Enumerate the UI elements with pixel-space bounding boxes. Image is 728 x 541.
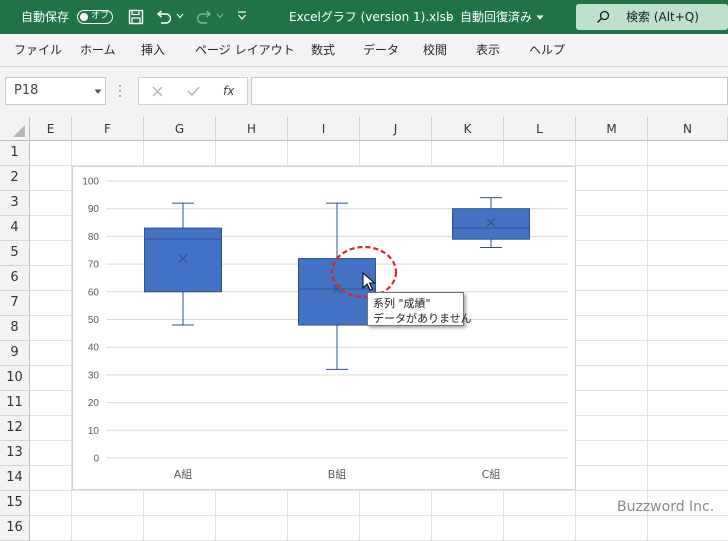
tab-view[interactable]: 表示 (476, 34, 500, 66)
grid-line (30, 515, 728, 516)
redo-dropdown-icon[interactable] (216, 12, 224, 20)
x-category-label: A組 (174, 468, 193, 481)
search-label: 検索 (Alt+Q) (626, 10, 699, 24)
box-3-iqr-box (452, 208, 530, 240)
column-header-l[interactable]: L (504, 117, 576, 141)
row-header-15[interactable]: 15 (0, 491, 30, 516)
box-1-iqr-box (144, 227, 222, 293)
row-header-8[interactable]: 8 (0, 316, 30, 341)
row-header-4[interactable]: 4 (0, 216, 30, 241)
customize-toolbar-icon[interactable] (237, 10, 247, 22)
save-status[interactable]: 自動回復済み (460, 0, 532, 34)
tab-help[interactable]: ヘルプ (529, 34, 565, 66)
select-all-button[interactable] (0, 117, 30, 141)
insert-function-icon[interactable]: fx (223, 78, 234, 104)
y-tick-label: 100 (82, 177, 99, 188)
column-header-k[interactable]: K (432, 117, 504, 141)
watermark: Buzzword Inc. (617, 499, 715, 515)
row-header-14[interactable]: 14 (0, 466, 30, 491)
row-header-11[interactable]: 11 (0, 391, 30, 416)
tab-file[interactable]: ファイル (14, 34, 62, 66)
row-header-7[interactable]: 7 (0, 291, 30, 316)
name-box[interactable]: P18 (5, 77, 106, 105)
title-separator: - (447, 10, 452, 24)
y-tick-label: 0 (93, 454, 99, 465)
row-header-1[interactable]: 1 (0, 141, 30, 166)
x-category-label: C組 (482, 468, 501, 481)
column-header-g[interactable]: G (144, 117, 216, 141)
y-tick-label: 90 (88, 204, 100, 215)
ribbon-tabs: ファイル ホーム 挿入 ページ レイアウト 数式 データ 校閲 表示 ヘルプ (0, 34, 728, 67)
y-tick-label: 20 (88, 398, 100, 409)
tab-data[interactable]: データ (363, 34, 399, 66)
box-plot-chart[interactable]: 0 10 20 30 40 50 60 70 80 90 100 A組 B組 C組 (72, 166, 576, 490)
autosave-toggle[interactable]: オフ (77, 10, 113, 24)
autosave-state: オフ (91, 11, 110, 21)
y-tick-label: 40 (88, 343, 100, 354)
name-box-dropdown-icon[interactable] (94, 89, 102, 95)
formula-buttons: fx (138, 77, 248, 105)
column-header-e[interactable]: E (30, 117, 72, 141)
save-icon[interactable] (128, 9, 144, 25)
row-header-10[interactable]: 10 (0, 366, 30, 391)
undo-dropdown-icon[interactable] (176, 12, 184, 20)
mouse-cursor-icon (362, 272, 376, 291)
y-tick-label: 30 (88, 370, 100, 381)
y-tick-label: 80 (88, 232, 100, 243)
file-title: Excelグラフ (version 1).xlsb (289, 10, 454, 24)
y-tick-label: 10 (88, 426, 100, 437)
tab-home[interactable]: ホーム (80, 34, 116, 66)
row-header-5[interactable]: 5 (0, 241, 30, 266)
undo-icon[interactable] (155, 9, 173, 25)
row-header-2[interactable]: 2 (0, 166, 30, 191)
select-all-triangle-icon (13, 125, 25, 137)
column-header-j[interactable]: J (360, 117, 432, 141)
redo-icon[interactable] (195, 9, 213, 25)
row-header-3[interactable]: 3 (0, 191, 30, 216)
save-status-dropdown-icon[interactable] (536, 14, 544, 21)
formula-bar: P18 fx (0, 67, 728, 117)
row-header-12[interactable]: 12 (0, 416, 30, 441)
tab-review[interactable]: 校閲 (423, 34, 447, 66)
enter-icon[interactable] (187, 85, 200, 97)
chart-tooltip: 系列 "成績" データがありません (367, 292, 472, 326)
column-header-m[interactable]: M (576, 117, 648, 141)
tab-insert[interactable]: 挿入 (141, 34, 165, 66)
tooltip-series: 系列 "成績" (373, 297, 431, 310)
x-category-label: B組 (328, 468, 347, 481)
cancel-icon[interactable] (152, 86, 163, 97)
y-tick-label: 50 (88, 315, 100, 326)
tab-formulas[interactable]: 数式 (311, 34, 335, 66)
tab-page-layout[interactable]: ページ レイアウト (195, 34, 295, 66)
name-box-value: P18 (14, 83, 39, 98)
toggle-knob (80, 13, 88, 21)
chart-canvas: 0 10 20 30 40 50 60 70 80 90 100 A組 B組 C組 (82, 177, 568, 481)
formula-bar-grip-icon (119, 85, 121, 97)
row-header-16[interactable]: 16 (0, 516, 30, 541)
search-icon (597, 10, 610, 23)
title-bar: 自動保存 オフ Excelグラフ (version 1).xlsb - 自動回復… (0, 0, 728, 34)
row-header-9[interactable]: 9 (0, 341, 30, 366)
column-header-i[interactable]: I (288, 117, 360, 141)
y-tick-label: 70 (88, 260, 100, 271)
formula-input[interactable] (251, 77, 728, 105)
column-header-n[interactable]: N (648, 117, 728, 141)
row-header-13[interactable]: 13 (0, 441, 30, 466)
autosave-label: 自動保存 (21, 10, 70, 24)
search-box[interactable]: 検索 (Alt+Q) (576, 4, 728, 30)
row-header-6[interactable]: 6 (0, 266, 30, 291)
column-header-f[interactable]: F (72, 117, 144, 141)
y-tick-label: 60 (88, 287, 100, 298)
tooltip-message: データがありません (373, 312, 472, 325)
column-header-h[interactable]: H (216, 117, 288, 141)
grid-line (30, 490, 728, 491)
